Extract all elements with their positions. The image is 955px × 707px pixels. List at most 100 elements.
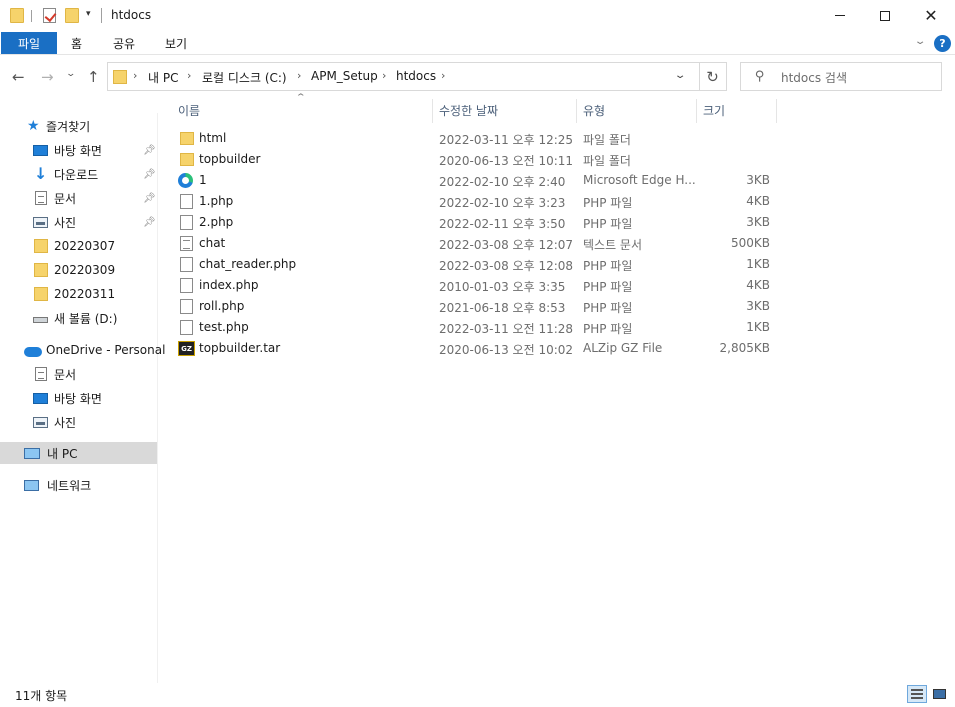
sidebar-item-20220311[interactable]: 20220311 xyxy=(0,283,157,305)
column-header-name[interactable]: 이름 xyxy=(160,99,432,121)
refresh-icon: ↻ xyxy=(706,67,719,86)
column-header-size[interactable]: 크기 xyxy=(685,99,765,121)
sidebar-item-volume-d[interactable]: 새 볼륨 (D:) xyxy=(0,307,157,329)
pictures-icon xyxy=(33,216,48,228)
column-divider[interactable] xyxy=(776,99,777,123)
details-view-button[interactable] xyxy=(907,685,927,703)
file-size: 2,805KB xyxy=(719,341,770,355)
sidebar-item-documents[interactable]: 문서 📌︎ xyxy=(0,187,157,209)
title-bar: ▾ htdocs ✕ xyxy=(0,0,955,31)
sidebar-item-downloads[interactable]: ↓ 다운로드 📌︎ xyxy=(0,163,157,185)
recent-locations-icon[interactable]: ⌄ xyxy=(65,69,76,79)
breadcrumb-local-disk[interactable]: 로컬 디스크 (C:) xyxy=(202,69,287,86)
breadcrumb-separator-icon[interactable]: › xyxy=(441,69,445,82)
file-size: 1KB xyxy=(746,320,770,334)
tab-share[interactable]: 공유 xyxy=(113,35,135,52)
file-row[interactable]: roll.php 2021-06-18 오후 8:53 PHP 파일 3KB xyxy=(178,296,776,317)
star-icon: ★ xyxy=(27,118,40,134)
folder-icon xyxy=(113,70,127,84)
file-type: PHP 파일 xyxy=(583,280,633,294)
sidebar-item-onedrive[interactable]: OneDrive - Personal xyxy=(0,339,165,361)
breadcrumb-separator-icon[interactable]: › xyxy=(382,69,386,82)
file-name: chat xyxy=(199,236,226,250)
status-bar: 11개 항목 xyxy=(0,683,955,707)
file-name: topbuilder.tar xyxy=(199,341,281,355)
file-row[interactable]: 1.php 2022-02-10 오후 3:23 PHP 파일 4KB xyxy=(178,191,776,212)
gz-archive-icon: GZ xyxy=(178,341,195,356)
refresh-button[interactable]: ↻ xyxy=(699,62,727,91)
file-row[interactable]: chat 2022-03-08 오후 12:07 텍스트 문서 500KB xyxy=(178,233,776,254)
tab-file[interactable]: 파일 xyxy=(1,32,57,54)
folder-icon xyxy=(180,132,194,145)
maximize-button[interactable] xyxy=(862,0,908,31)
drive-icon xyxy=(33,317,48,323)
sidebar-item-desktop[interactable]: 바탕 화면 📌︎ xyxy=(0,139,157,161)
file-row[interactable]: topbuilder 2020-06-13 오전 10:11 파일 폴더 xyxy=(178,149,776,170)
search-box[interactable]: ⚲ htdocs 검색 xyxy=(740,62,942,91)
pin-icon[interactable]: 📌︎ xyxy=(143,169,156,180)
column-header-type[interactable]: 유형 xyxy=(565,99,685,121)
address-bar[interactable]: › 내 PC › 로컬 디스크 (C:) › APM_Setup › htdoc… xyxy=(107,62,700,91)
pin-icon[interactable]: 📌︎ xyxy=(143,217,156,228)
folder-icon xyxy=(10,8,24,23)
file-modified: 2022-03-08 오후 12:08 xyxy=(439,259,574,273)
breadcrumb-htdocs[interactable]: htdocs xyxy=(396,69,436,83)
back-arrow-icon[interactable]: ← xyxy=(12,68,25,86)
file-icon xyxy=(180,278,193,293)
pin-icon[interactable]: 📌︎ xyxy=(143,145,156,156)
file-name: chat_reader.php xyxy=(199,257,297,271)
sidebar-item-pictures[interactable]: 사진 📌︎ xyxy=(0,211,157,233)
sidebar-item-network[interactable]: 네트워크 xyxy=(0,474,157,496)
file-row[interactable]: html 2022-03-11 오후 12:25 파일 폴더 xyxy=(178,128,776,149)
address-dropdown-icon[interactable]: ⌄ xyxy=(674,70,687,81)
sidebar-item-label: 20220311 xyxy=(54,287,116,301)
new-folder-icon[interactable] xyxy=(65,8,79,23)
file-row[interactable]: 2.php 2022-02-11 오후 3:50 PHP 파일 3KB xyxy=(178,212,776,233)
breadcrumb-apm-setup[interactable]: APM_Setup xyxy=(311,69,378,83)
sidebar-item-this-pc[interactable]: 내 PC xyxy=(0,442,157,464)
close-button[interactable]: ✕ xyxy=(908,0,954,31)
file-type: 텍스트 문서 xyxy=(583,238,643,252)
breadcrumb-this-pc[interactable]: 내 PC xyxy=(148,69,178,86)
column-headers: ⌃ 이름 수정한 날짜 유형 크기 xyxy=(160,93,780,123)
tab-view[interactable]: 보기 xyxy=(165,35,187,52)
file-row[interactable]: test.php 2022-03-11 오전 11:28 PHP 파일 1KB xyxy=(178,317,776,338)
folder-icon xyxy=(180,153,194,166)
file-row[interactable]: 1 2022-02-10 오후 2:40 Microsoft Edge H...… xyxy=(178,170,776,191)
large-icons-view-button[interactable] xyxy=(929,685,949,703)
sidebar-item-label: 새 볼륨 (D:) xyxy=(54,311,118,326)
breadcrumb-separator-icon[interactable]: › xyxy=(187,69,191,82)
sidebar-item-20220309[interactable]: 20220309 xyxy=(0,259,157,281)
sidebar-item-onedrive-pictures[interactable]: 사진 xyxy=(0,411,157,433)
breadcrumb-separator-icon[interactable]: › xyxy=(133,69,137,82)
file-name: html xyxy=(199,131,227,145)
file-row[interactable]: index.php 2010-01-03 오후 3:35 PHP 파일 4KB xyxy=(178,275,776,296)
sidebar-item-onedrive-desktop[interactable]: 바탕 화면 xyxy=(0,387,157,409)
sidebar-item-quick-access[interactable]: ★ 즐겨찾기 xyxy=(0,115,157,137)
minimize-button[interactable] xyxy=(817,0,863,31)
sidebar-item-onedrive-documents[interactable]: 문서 xyxy=(0,363,157,385)
file-icon xyxy=(180,215,193,230)
sidebar-item-20220307[interactable]: 20220307 xyxy=(0,235,157,257)
properties-icon[interactable] xyxy=(43,8,56,23)
quick-access-dropdown-icon[interactable]: ▾ xyxy=(86,9,91,19)
file-modified: 2022-02-10 오후 3:23 xyxy=(439,196,566,210)
column-header-modified[interactable]: 수정한 날짜 xyxy=(421,99,566,121)
expand-ribbon-icon[interactable]: ⌄ xyxy=(914,36,927,47)
pin-icon[interactable]: 📌︎ xyxy=(143,193,156,204)
search-icon: ⚲ xyxy=(755,69,765,84)
file-name: 2.php xyxy=(199,215,234,229)
sidebar-item-label: 네트워크 xyxy=(47,478,92,493)
file-row[interactable]: chat_reader.php 2022-03-08 오후 12:08 PHP … xyxy=(178,254,776,275)
edge-icon xyxy=(178,173,193,188)
text-file-icon xyxy=(180,236,193,251)
file-type: ALZip GZ File xyxy=(583,341,663,355)
tab-home[interactable]: 홈 xyxy=(71,35,82,52)
file-row[interactable]: GZ topbuilder.tar 2020-06-13 오전 10:02 AL… xyxy=(178,338,776,359)
help-icon[interactable]: ? xyxy=(934,35,951,52)
breadcrumb-separator-icon[interactable]: › xyxy=(297,69,301,82)
up-arrow-icon[interactable]: ↑ xyxy=(87,68,100,86)
forward-arrow-icon[interactable]: → xyxy=(41,68,54,86)
sidebar-item-label: 사진 xyxy=(54,415,77,430)
sidebar-item-label: 20220309 xyxy=(54,263,116,277)
